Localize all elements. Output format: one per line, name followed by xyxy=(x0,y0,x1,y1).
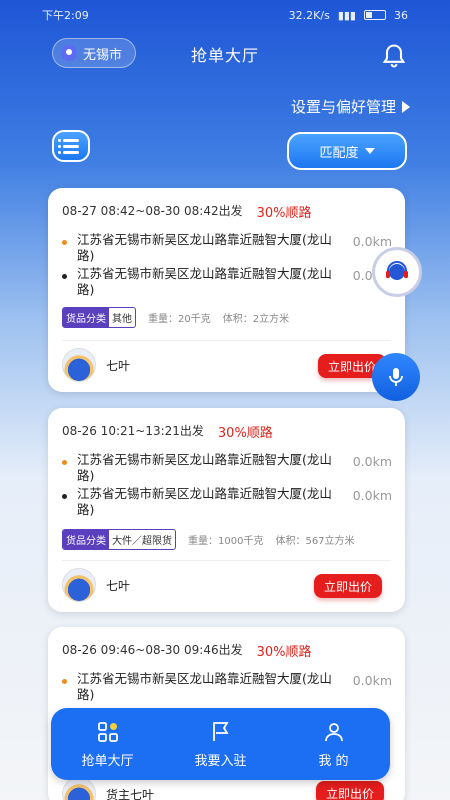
match-sort-label: 匹配度 xyxy=(319,145,359,161)
match-sort-button[interactable]: 匹配度 xyxy=(287,132,407,170)
owner-name: 七叶 xyxy=(106,358,131,373)
weight-text: 重量：1000千克 xyxy=(188,536,264,547)
grid-icon xyxy=(97,721,118,742)
tab-order-hall[interactable]: 抢单大厅 xyxy=(51,708,164,780)
bottom-tab-bar: 抢单大厅 我要入驻 我 的 xyxy=(51,708,390,780)
signal-icon: ▮▮▮ xyxy=(337,8,356,22)
avatar xyxy=(62,348,96,382)
flag-icon xyxy=(212,721,229,741)
origin-distance: 0.0km xyxy=(352,673,392,688)
preferences-link[interactable]: 设置与偏好管理 xyxy=(291,96,410,117)
order-time: 08-26 10:21~13:21出发 xyxy=(62,424,204,438)
origin-dot-icon xyxy=(62,460,67,465)
origin-distance: 0.0km xyxy=(352,454,392,469)
tab-join[interactable]: 我要入驻 xyxy=(164,708,277,780)
volume-text: 体积：567立方米 xyxy=(275,536,355,547)
customer-service-button[interactable] xyxy=(372,247,422,297)
tab-profile[interactable]: 我 的 xyxy=(277,708,390,780)
battery-level: 36 xyxy=(394,8,408,22)
tab-label: 我要入驻 xyxy=(194,753,247,769)
destination-address: 江苏省无锡市新吴区龙山路靠近融智大厦(龙山路) 0.0km xyxy=(62,486,392,518)
headset-icon xyxy=(386,261,408,280)
destination-dot-icon xyxy=(62,274,67,279)
avatar xyxy=(62,777,96,800)
order-card[interactable]: 08-26 10:21~13:21出发 30%顺路 江苏省无锡市新吴区龙山路靠近… xyxy=(48,408,405,612)
order-time: 08-26 09:46~08-30 09:46出发 xyxy=(62,643,243,657)
network-speed: 32.2K/s xyxy=(288,8,330,22)
tab-label: 抢单大厅 xyxy=(81,753,134,769)
microphone-icon xyxy=(389,368,403,386)
owner-name: 货主七叶 xyxy=(106,787,155,800)
arrow-right-icon xyxy=(402,100,410,113)
origin-dot-icon xyxy=(62,679,67,684)
origin-address: 江苏省无锡市新吴区龙山路靠近融智大厦(龙山路) 0.0km xyxy=(62,452,392,484)
origin-address: 江苏省无锡市新吴区龙山路靠近融智大厦(龙山路) 0.0km xyxy=(62,671,392,703)
destination-address: 江苏省无锡市新吴区龙山路靠近融智大厦(龙山路) 0.0km xyxy=(62,266,392,298)
preferences-label: 设置与偏好管理 xyxy=(290,98,396,116)
bid-button[interactable]: 立即出价 xyxy=(314,574,382,598)
divider xyxy=(62,560,391,561)
weight-text: 重量：20千克 xyxy=(148,314,211,325)
destination-distance: 0.0km xyxy=(352,488,392,503)
list-icon xyxy=(58,138,79,142)
bid-button[interactable]: 立即出价 xyxy=(316,781,384,800)
divider xyxy=(62,340,391,341)
tab-label: 我 的 xyxy=(318,753,349,769)
category-tag: 货品分类 其他 xyxy=(62,307,136,328)
caret-down-icon xyxy=(364,148,375,154)
destination-dot-icon xyxy=(62,494,67,499)
list-view-button[interactable] xyxy=(52,130,90,162)
status-bar: 下午2:09 32.2K/s ▮▮▮ 36 xyxy=(0,0,450,30)
status-time: 下午2:09 xyxy=(42,9,89,22)
person-icon xyxy=(324,722,343,741)
volume-text: 体积：2立方米 xyxy=(222,314,290,325)
owner-name: 七叶 xyxy=(106,578,131,593)
avatar xyxy=(62,568,96,602)
order-time: 08-27 08:42~08-30 08:42出发 xyxy=(62,204,243,218)
origin-address: 江苏省无锡市新吴区龙山路靠近融智大厦(龙山路) 0.0km xyxy=(62,232,392,264)
battery-icon xyxy=(364,10,386,20)
route-match: 30%顺路 xyxy=(256,645,312,660)
origin-dot-icon xyxy=(62,240,67,245)
bell-icon[interactable] xyxy=(380,42,408,70)
route-match: 30%顺路 xyxy=(217,426,273,441)
category-tag: 货品分类 大件／超限货 xyxy=(62,529,176,550)
voice-button[interactable] xyxy=(372,353,420,401)
route-match: 30%顺路 xyxy=(256,206,312,221)
order-card[interactable]: 08-27 08:42~08-30 08:42出发 30%顺路 江苏省无锡市新吴… xyxy=(48,188,405,392)
